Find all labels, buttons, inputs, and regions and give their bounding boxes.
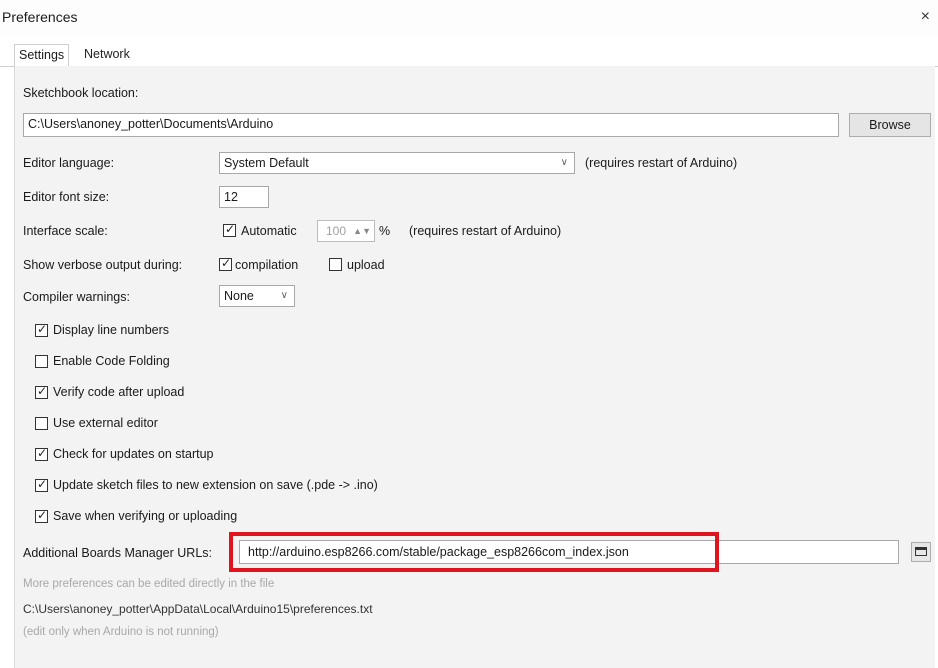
window-title: Preferences	[2, 9, 78, 25]
option-checkbox-enable-code-folding[interactable]	[35, 355, 48, 368]
verbose-label: Show verbose output during:	[23, 258, 183, 272]
check-icon: ✓	[37, 384, 48, 398]
option-checkbox-check-updates[interactable]: ✓	[35, 446, 48, 461]
check-icon: ✓	[37, 322, 48, 336]
compilation-checkbox[interactable]: ✓	[219, 256, 232, 271]
tab-bar: Settings Network	[0, 36, 938, 67]
spinner-arrows-icon[interactable]: ▲▼	[353, 221, 371, 241]
chevron-down-icon: ∨	[560, 157, 568, 168]
option-label: Update sketch files to new extension on …	[53, 478, 378, 492]
chevron-down-icon: ∨	[280, 290, 288, 301]
warnings-label: Compiler warnings:	[23, 290, 130, 304]
warnings-value: None	[224, 289, 254, 303]
option-label: Use external editor	[53, 416, 158, 430]
title-bar: Preferences ×	[0, 0, 938, 36]
option-label: Save when verifying or uploading	[53, 509, 238, 523]
option-checkbox-display-line-numbers[interactable]: ✓	[35, 322, 48, 337]
window-icon	[915, 547, 927, 556]
check-icon: ✓	[37, 446, 48, 460]
compilation-label: compilation	[235, 258, 299, 272]
option-checkbox-update-extension[interactable]: ✓	[35, 477, 48, 492]
sketchbook-path-input[interactable]: C:\Users\anoney_potter\Documents\Arduino	[23, 113, 839, 137]
warnings-select[interactable]: None ∨	[219, 285, 295, 307]
option-label: Verify code after upload	[53, 385, 185, 399]
edit-note: (edit only when Arduino is not running)	[23, 626, 219, 638]
boards-url-label: Additional Boards Manager URLs:	[23, 546, 212, 560]
upload-label: upload	[347, 258, 385, 272]
option-checkbox-save-when-verifying[interactable]: ✓	[35, 508, 48, 523]
prefs-file-path[interactable]: C:\Users\anoney_potter\AppData\Local\Ard…	[23, 602, 373, 616]
more-prefs-note: More preferences can be edited directly …	[23, 578, 275, 590]
scale-spinner[interactable]: 100 ▲▼	[317, 220, 375, 242]
settings-panel: Sketchbook location: C:\Users\anoney_pot…	[14, 66, 935, 668]
tab-settings[interactable]: Settings	[14, 44, 70, 67]
editor-language-select[interactable]: System Default ∨	[219, 152, 575, 174]
editor-language-value: System Default	[224, 156, 309, 170]
option-label: Display line numbers	[53, 323, 170, 337]
option-label: Check for updates on startup	[53, 447, 214, 461]
interface-scale-label: Interface scale:	[23, 224, 108, 238]
editor-language-note: (requires restart of Arduino)	[585, 156, 738, 170]
upload-checkbox[interactable]	[329, 258, 342, 271]
interface-scale-note: (requires restart of Arduino)	[409, 224, 562, 238]
option-checkbox-use-external-editor[interactable]	[35, 417, 48, 430]
scale-unit: %	[379, 224, 391, 238]
check-icon: ✓	[37, 508, 48, 522]
automatic-label: Automatic	[241, 224, 297, 238]
font-size-input[interactable]: 12	[219, 186, 269, 208]
scale-value: 100	[326, 224, 347, 238]
sketchbook-label: Sketchbook location:	[23, 86, 139, 100]
option-checkbox-verify-after-upload[interactable]: ✓	[35, 384, 48, 399]
highlight-box	[229, 532, 719, 572]
url-editor-button[interactable]	[911, 542, 931, 562]
check-icon: ✓	[221, 256, 232, 270]
browse-button[interactable]: Browse	[849, 113, 931, 137]
check-icon: ✓	[37, 477, 48, 491]
tab-network[interactable]: Network	[80, 44, 134, 65]
font-size-label: Editor font size:	[23, 190, 110, 204]
option-label: Enable Code Folding	[53, 354, 170, 368]
close-icon[interactable]: ×	[921, 8, 930, 26]
editor-language-label: Editor language:	[23, 156, 115, 170]
automatic-checkbox[interactable]: ✓	[223, 222, 236, 237]
check-icon: ✓	[225, 222, 236, 236]
